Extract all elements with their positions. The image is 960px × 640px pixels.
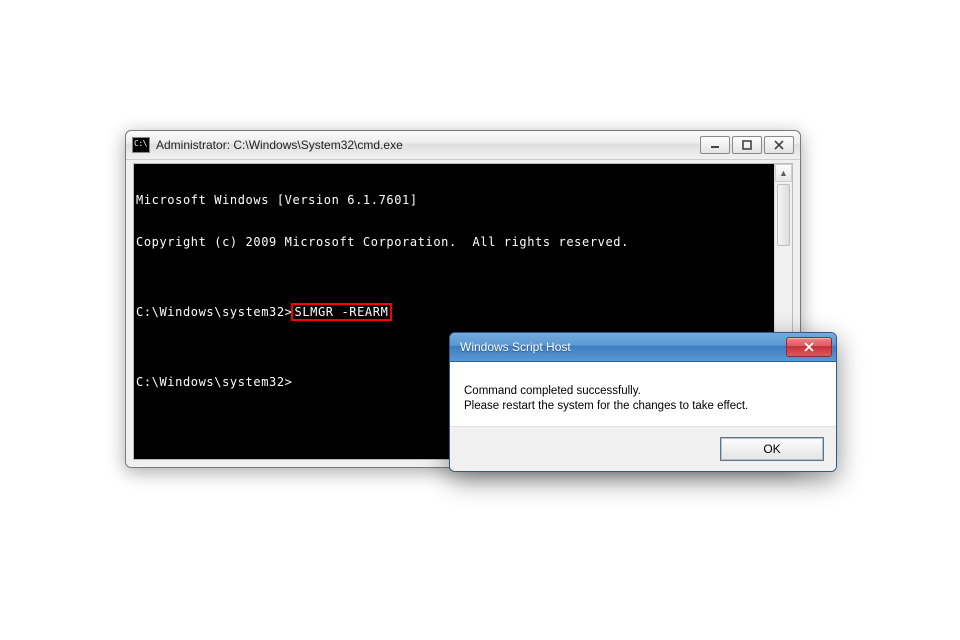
minimize-icon bbox=[709, 140, 721, 150]
cmd-highlighted-command: SLMGR -REARM bbox=[291, 303, 393, 321]
minimize-button[interactable] bbox=[700, 136, 730, 154]
command-prompt-icon bbox=[132, 137, 150, 153]
dialog-body: Command completed successfully. Please r… bbox=[450, 362, 836, 426]
dialog-footer: OK bbox=[450, 426, 836, 471]
dialog-message-line: Command completed successfully. bbox=[464, 384, 822, 399]
cmd-window-title: Administrator: C:\Windows\System32\cmd.e… bbox=[156, 138, 700, 152]
dialog-title: Windows Script Host bbox=[460, 340, 786, 354]
cmd-output-line: Copyright (c) 2009 Microsoft Corporation… bbox=[136, 235, 772, 249]
maximize-button[interactable] bbox=[732, 136, 762, 154]
cmd-prompt-prefix: C:\Windows\system32> bbox=[136, 305, 293, 319]
close-button[interactable] bbox=[764, 136, 794, 154]
ok-button[interactable]: OK bbox=[720, 437, 824, 461]
dialog-message-line: Please restart the system for the change… bbox=[464, 399, 822, 414]
cmd-window-controls bbox=[700, 136, 794, 154]
close-icon bbox=[803, 342, 815, 352]
cmd-output-line: Microsoft Windows [Version 6.1.7601] bbox=[136, 193, 772, 207]
cmd-prompt-line: C:\Windows\system32>SLMGR -REARM bbox=[136, 305, 772, 319]
close-icon bbox=[773, 140, 785, 150]
dialog-titlebar[interactable]: Windows Script Host bbox=[450, 333, 836, 362]
cmd-titlebar[interactable]: Administrator: C:\Windows\System32\cmd.e… bbox=[126, 131, 800, 160]
scrollbar-up-arrow-icon[interactable]: ▲ bbox=[775, 164, 792, 182]
dialog-close-button[interactable] bbox=[786, 337, 832, 357]
maximize-icon bbox=[741, 140, 753, 150]
scrollbar-thumb[interactable] bbox=[777, 184, 790, 246]
script-host-dialog: Windows Script Host Command completed su… bbox=[449, 332, 837, 472]
